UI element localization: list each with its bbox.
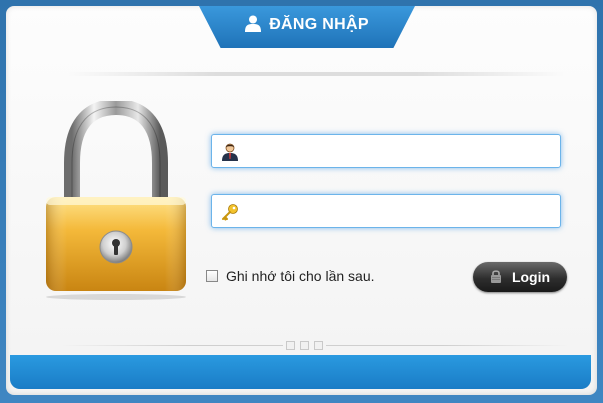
user-icon bbox=[245, 15, 262, 37]
padlock-illustration-icon bbox=[46, 101, 186, 300]
divider-square bbox=[300, 341, 309, 350]
page-title: ĐĂNG NHẬP bbox=[269, 16, 369, 33]
title-tab: ĐĂNG NHẬP bbox=[199, 6, 415, 48]
username-input[interactable] bbox=[246, 135, 556, 169]
page-title-wrap: ĐĂNG NHẬP bbox=[199, 15, 415, 37]
divider-square bbox=[314, 341, 323, 350]
padlock-icon bbox=[490, 269, 502, 286]
password-field[interactable] bbox=[211, 194, 561, 229]
login-label: Login bbox=[511, 269, 551, 285]
key-icon bbox=[221, 203, 239, 221]
remember-me[interactable]: Ghi nhớ tôi cho lần sau. bbox=[206, 268, 375, 284]
divider-square bbox=[286, 341, 295, 350]
login-button[interactable]: Login bbox=[473, 262, 567, 292]
footer-bar bbox=[10, 355, 591, 389]
remember-label: Ghi nhớ tôi cho lần sau. bbox=[226, 268, 375, 284]
remember-checkbox[interactable] bbox=[206, 270, 218, 282]
password-input[interactable] bbox=[246, 195, 556, 229]
divider-ornament bbox=[283, 341, 326, 350]
top-divider bbox=[66, 72, 566, 76]
login-panel: ĐĂNG NHẬP Ghi nhớ tôi cho lần sau. Login bbox=[6, 6, 597, 395]
username-field[interactable] bbox=[211, 134, 561, 169]
user-avatar-icon bbox=[221, 143, 239, 161]
